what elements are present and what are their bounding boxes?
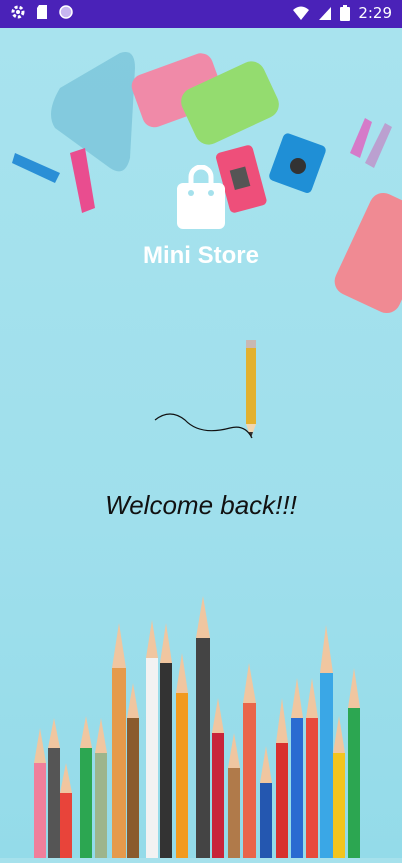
clips-purple <box>350 118 392 168</box>
eraser-triangle <box>51 52 135 172</box>
status-bar: 2:29 <box>0 0 402 28</box>
wifi-icon <box>293 6 310 20</box>
stationery-illustration <box>12 52 402 858</box>
brand: Mini Store <box>0 164 402 270</box>
pencil-doodle <box>154 340 256 439</box>
sd-card-icon <box>37 5 47 19</box>
cell-signal-icon <box>319 7 332 20</box>
gear-icon <box>11 5 25 19</box>
welcome-message: Welcome back!!! <box>105 490 297 520</box>
battery-icon <box>340 5 351 21</box>
colored-pencils <box>34 596 360 858</box>
circle-icon <box>59 5 73 19</box>
background-image <box>0 28 402 858</box>
status-time: 2:29 <box>358 4 392 22</box>
app-title: Mini Store <box>142 242 259 269</box>
shopping-bag-icon <box>177 164 225 229</box>
